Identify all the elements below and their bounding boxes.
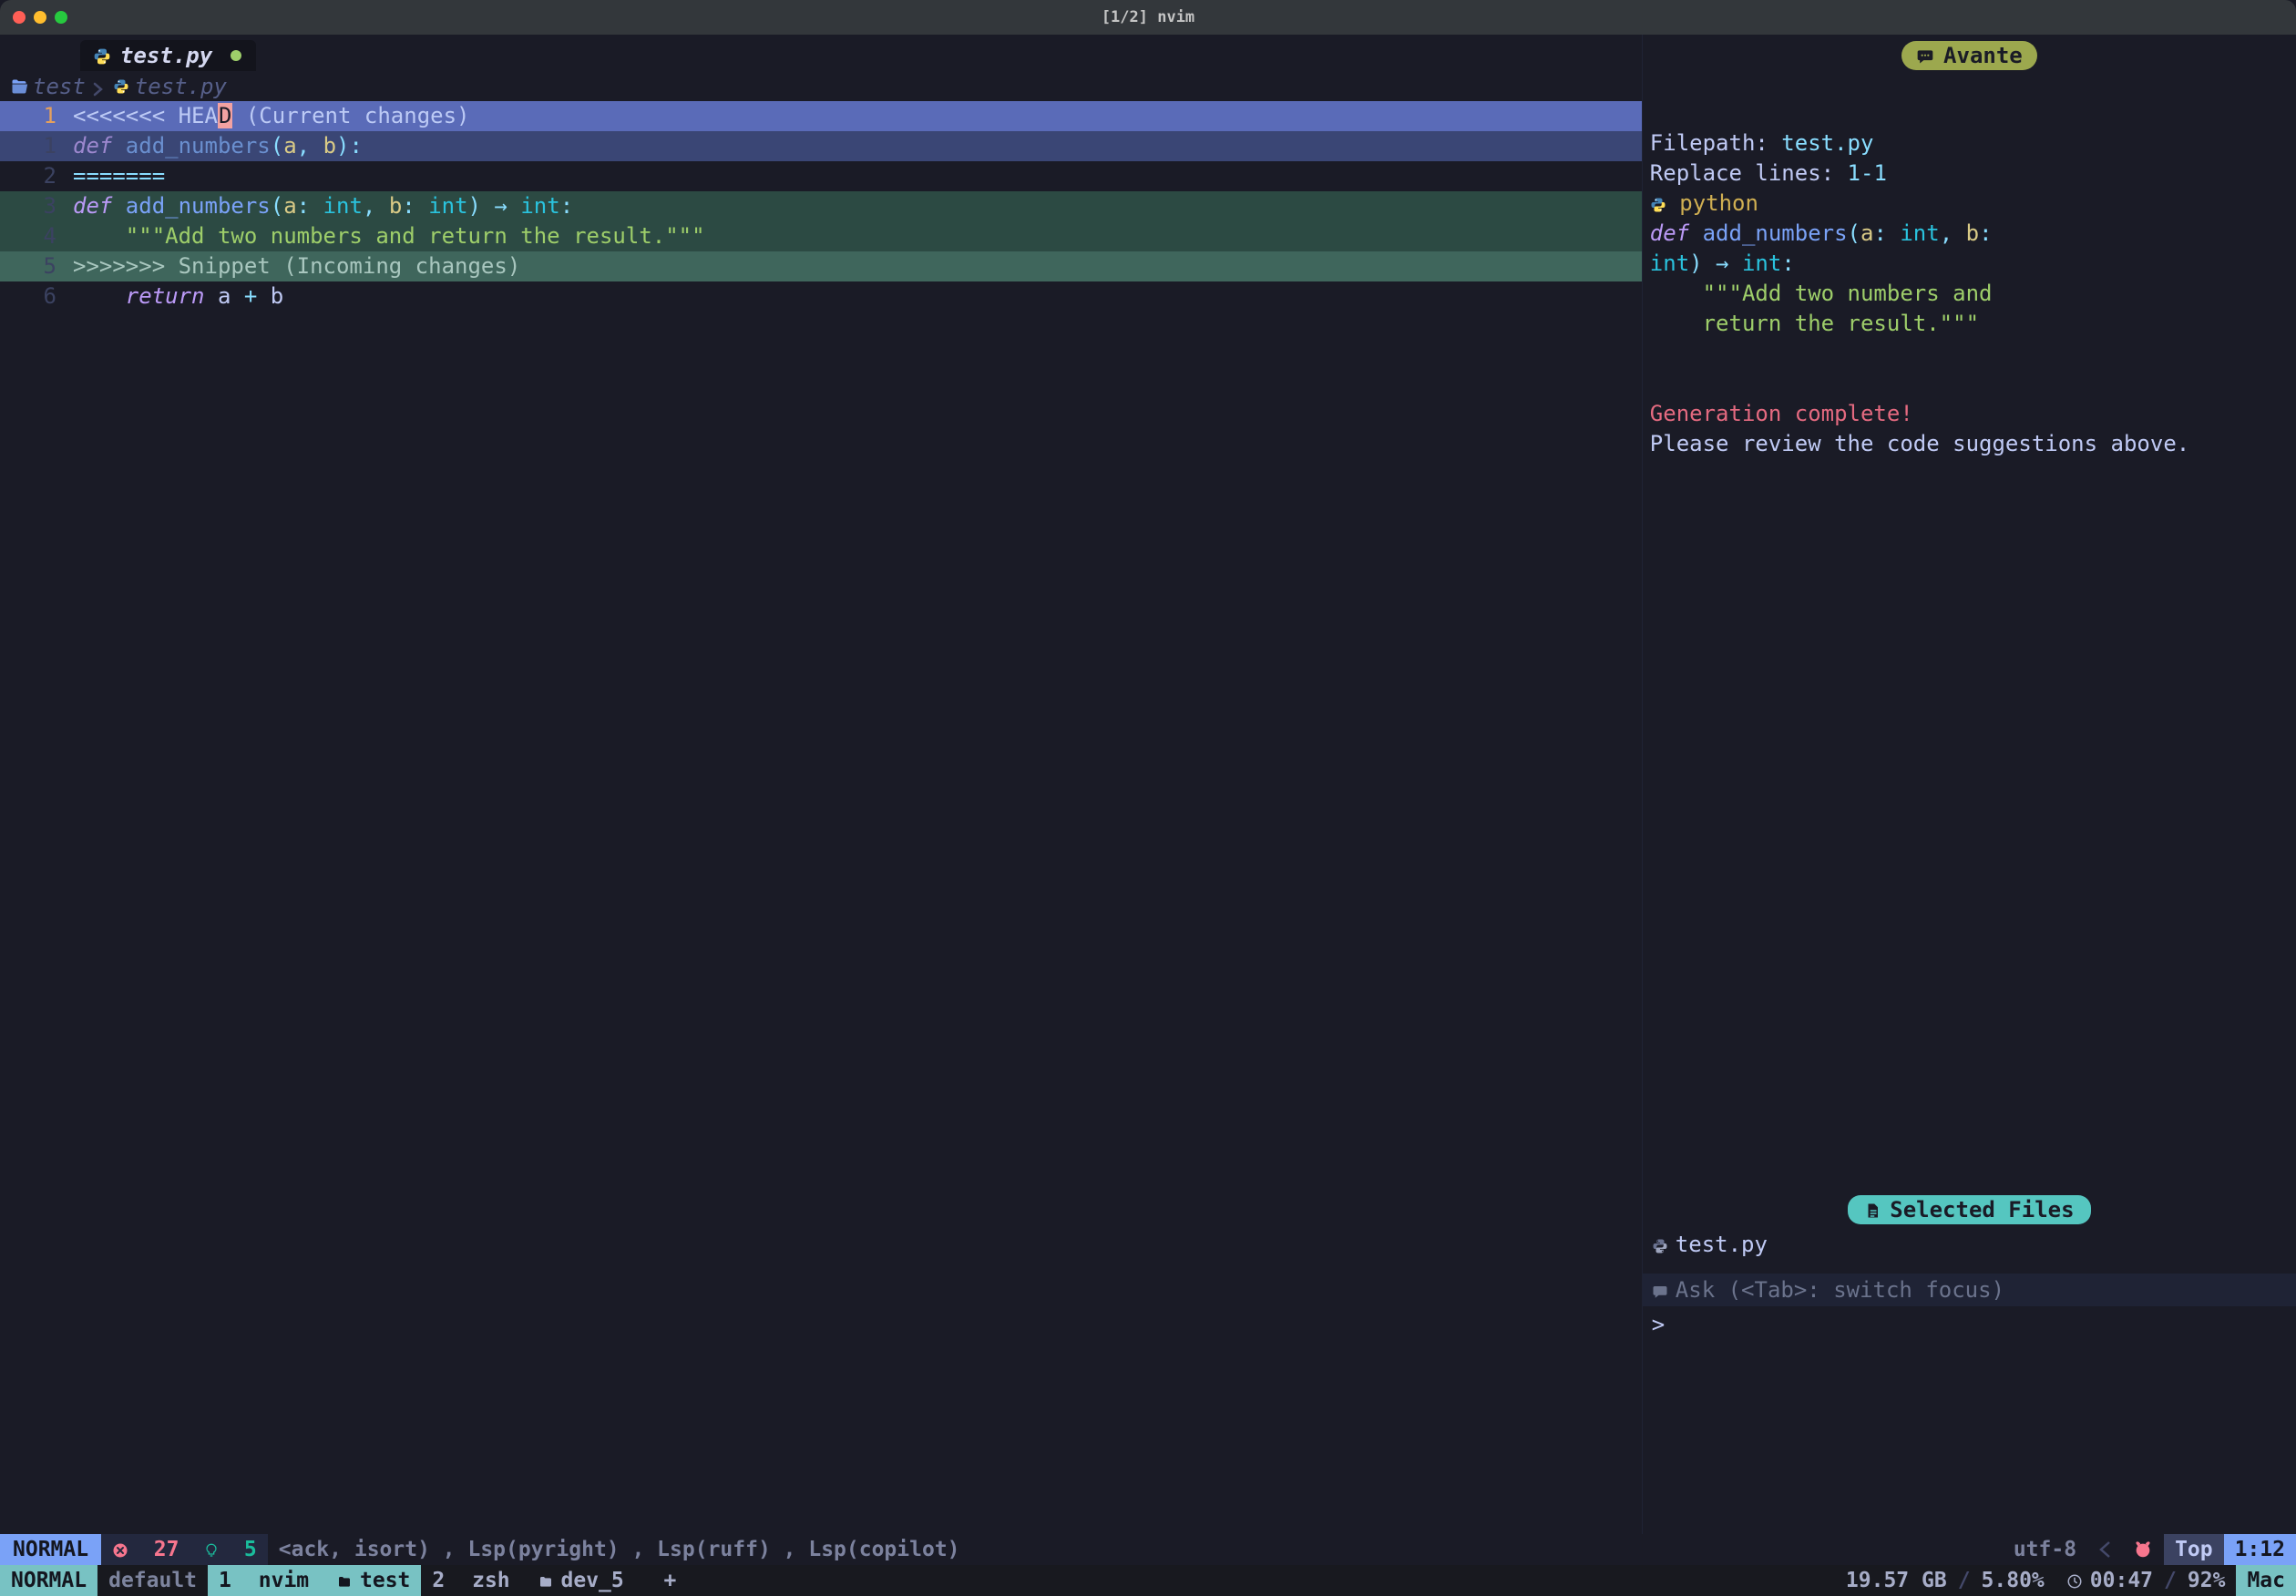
folder-icon	[336, 1569, 353, 1592]
python-icon	[1650, 190, 1666, 216]
ask-header: Ask (<Tab>: switch focus)	[1643, 1274, 2296, 1306]
code-text: def add_numbers(a: int, b: int) → int:	[73, 191, 1642, 221]
tab-filename: test.py	[120, 43, 212, 68]
code-line: 6 return a + b	[0, 281, 1642, 312]
statusline-tmux: NORMAL default 1 nvim test 2 zsh dev_5 +…	[0, 1565, 2296, 1596]
code-text: """Add two numbers and return the result…	[73, 221, 1642, 251]
python-icon	[111, 78, 131, 95]
conflict-head-line: 1 <<<<<<< HEAD (Current changes)	[0, 101, 1642, 131]
minimize-window-button[interactable]	[34, 11, 46, 24]
ask-placeholder: Ask (<Tab>: switch focus)	[1676, 1277, 2004, 1303]
macos-titlebar: [1/2] nvim	[0, 0, 2296, 35]
conflict-ours-line: 1 def add_numbers(a, b):	[0, 131, 1642, 161]
tab-test-py[interactable]: test.py	[80, 40, 256, 71]
conflict-theirs-line: 3 def add_numbers(a: int, b: int) → int:	[0, 191, 1642, 221]
tmux-session[interactable]: default	[97, 1565, 208, 1596]
conflict-theirs-line: 4 """Add two numbers and return the resu…	[0, 221, 1642, 251]
folder-icon	[538, 1569, 554, 1592]
editor-column: test.py test test.py 1	[0, 35, 1642, 1534]
cpu-stat: 5.80%	[1971, 1565, 2055, 1596]
python-icon	[93, 43, 111, 68]
statusline-vim: NORMAL 27 5 <ack, isort) , Lsp(pyright) …	[0, 1534, 2296, 1565]
traffic-lights	[13, 11, 67, 24]
close-window-button[interactable]	[13, 11, 26, 24]
code-text: def add_numbers(a, b):	[73, 131, 1642, 161]
breadcrumb-separator-icon	[86, 74, 111, 99]
conflict-foot-line: 5 >>>>>>> Snippet (Incoming changes)	[0, 251, 1642, 281]
tmux-window-2[interactable]: 2 zsh dev_5 +	[421, 1565, 687, 1596]
python-icon	[1652, 1232, 1668, 1257]
code-editor[interactable]: 1 <<<<<<< HEAD (Current changes) 1 def a…	[0, 101, 1642, 1534]
file-icon	[1864, 1197, 1881, 1223]
time-stat: 00:47	[2055, 1565, 2164, 1596]
code-text: =======	[73, 161, 1642, 191]
encoding-segment: utf-8	[2003, 1534, 2087, 1565]
tab-bar: test.py	[0, 35, 1642, 71]
code-text: >>>>>>> Snippet (Incoming changes)	[73, 251, 1642, 281]
gutter-cursor-line: 1	[0, 101, 73, 131]
cursor-position: 1:12	[2224, 1534, 2296, 1565]
code-text: <<<<<<< HEAD (Current changes)	[73, 101, 1642, 131]
battery-stat: 92%	[2177, 1565, 2237, 1596]
memory-stat: 19.57 GB	[1835, 1565, 1958, 1596]
avante-pill[interactable]: Avante	[1901, 41, 2037, 70]
breadcrumb-file[interactable]: test.py	[135, 74, 227, 99]
error-count: 27	[112, 1538, 179, 1561]
gutter: 6	[0, 281, 73, 312]
avante-panel: Avante Filepath: test.py Replace lines: …	[1642, 35, 2296, 1534]
vim-mode-indicator: NORMAL	[0, 1534, 101, 1565]
chat-icon	[1652, 1277, 1668, 1303]
scroll-position: Top	[2164, 1534, 2224, 1565]
os-icon	[2122, 1534, 2164, 1565]
chat-icon	[1916, 43, 1934, 68]
selected-file-item[interactable]: test.py	[1643, 1228, 2296, 1261]
ask-input[interactable]: >	[1643, 1306, 2296, 1343]
workspace: test.py test test.py 1	[0, 35, 2296, 1534]
code-text: return a + b	[73, 281, 1642, 312]
plus-icon[interactable]: +	[663, 1569, 676, 1592]
generation-complete-label: Generation complete!	[1650, 401, 1913, 426]
generation-review-label: Please review the code suggestions above…	[1650, 431, 2189, 456]
chevron-left-icon	[2087, 1534, 2122, 1565]
selected-files-header: Selected Files	[1643, 1192, 2296, 1228]
modified-indicator-icon	[231, 50, 241, 61]
conflict-separator-line: 2 =======	[0, 161, 1642, 191]
cursor: D	[218, 103, 232, 128]
window-title: [1/2] nvim	[1102, 8, 1194, 26]
gutter: 4	[0, 221, 73, 251]
tmux-mode: NORMAL	[0, 1565, 97, 1596]
breadcrumb: test test.py	[0, 71, 1642, 101]
selected-files-title: Selected Files	[1890, 1197, 2074, 1223]
hint-count: 5	[204, 1538, 257, 1561]
avante-body[interactable]: Filepath: test.py Replace lines: 1-1 pyt…	[1643, 93, 2296, 465]
hostname: Mac	[2236, 1565, 2296, 1596]
gutter: 5	[0, 251, 73, 281]
tmux-window-1[interactable]: 1 nvim test	[208, 1565, 421, 1596]
fullscreen-window-button[interactable]	[55, 11, 67, 24]
gutter: 3	[0, 191, 73, 221]
gutter: 1	[0, 131, 73, 161]
avante-title: Avante	[1943, 43, 2023, 68]
selected-file-name: test.py	[1676, 1232, 1768, 1257]
gutter: 2	[0, 161, 73, 191]
selected-files-pill[interactable]: Selected Files	[1848, 1195, 2090, 1224]
lsp-segment: <ack, isort) , Lsp(pyright) , Lsp(ruff) …	[268, 1534, 2003, 1565]
app-root: test.py test test.py 1	[0, 35, 2296, 1596]
avante-header: Avante	[1643, 35, 2296, 71]
diagnostics-segment[interactable]: 27 5	[101, 1534, 268, 1565]
folder-icon	[9, 77, 29, 96]
clock-icon	[2066, 1569, 2083, 1592]
breadcrumb-folder[interactable]: test	[33, 74, 86, 99]
